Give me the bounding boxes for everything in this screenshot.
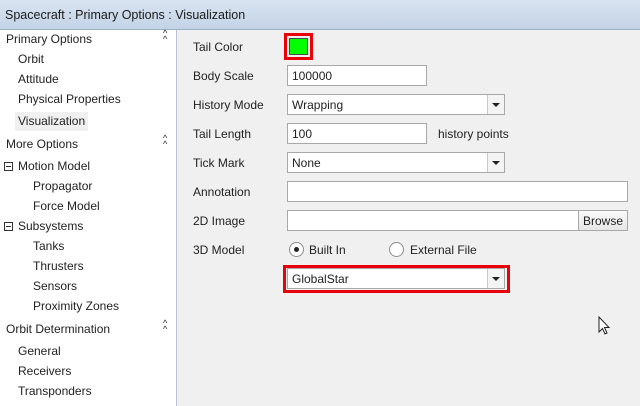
section-primary-options[interactable]: Primary Options ^ ^	[0, 29, 177, 50]
tick-mark-value: None	[292, 156, 321, 170]
sidebar-item-orbit[interactable]: Orbit	[18, 52, 44, 70]
tick-mark-select[interactable]: None	[287, 152, 505, 173]
collapse-up-icon[interactable]: ^ ^	[163, 29, 167, 44]
tail-color-swatch[interactable]	[289, 38, 308, 55]
sidebar-item-tanks[interactable]: Tanks	[33, 239, 64, 257]
model-3d-label: 3D Model	[193, 243, 245, 257]
sidebar-item-force-model[interactable]: Force Model	[33, 199, 100, 217]
sidebar-item-motion-model[interactable]: Motion Model	[18, 159, 90, 177]
sidebar-item-propagator[interactable]: Propagator	[33, 179, 92, 197]
tree-collapse-icon[interactable]	[4, 162, 13, 171]
section-label: Orbit Determination	[6, 322, 111, 336]
model-select[interactable]: GlobalStar	[287, 268, 505, 289]
history-mode-label: History Mode	[193, 98, 264, 112]
sidebar-item-subsystems[interactable]: Subsystems	[18, 219, 83, 237]
sidebar: Primary Options ^ ^ Orbit Attitude Physic…	[0, 29, 177, 406]
section-label: More Options	[6, 137, 79, 151]
tick-mark-label: Tick Mark	[193, 156, 245, 170]
tail-length-input[interactable]: 100	[287, 123, 427, 144]
image-2d-input[interactable]	[287, 210, 579, 231]
section-orbit-determination[interactable]: Orbit Determination ^ ^	[0, 319, 177, 340]
visualization-panel: Tail Color Body Scale 100000 History Mod…	[178, 30, 640, 406]
collapse-up-icon[interactable]: ^ ^	[163, 319, 167, 334]
built-in-label[interactable]: Built In	[309, 243, 346, 257]
sidebar-item-transponders[interactable]: Transponders	[18, 384, 92, 402]
sidebar-item-thrusters[interactable]: Thrusters	[33, 259, 84, 277]
tail-length-unit: history points	[438, 127, 509, 141]
sidebar-item-attitude[interactable]: Attitude	[18, 72, 59, 90]
section-more-options[interactable]: More Options ^ ^	[0, 134, 177, 155]
image-2d-label: 2D Image	[193, 214, 246, 228]
external-file-radio[interactable]	[389, 242, 404, 257]
sidebar-item-proximity-zones[interactable]: Proximity Zones	[33, 299, 119, 317]
collapse-up-icon[interactable]: ^ ^	[163, 134, 167, 149]
annotation-input[interactable]	[287, 181, 628, 202]
tail-length-label: Tail Length	[193, 127, 252, 141]
built-in-radio[interactable]	[289, 242, 304, 257]
sidebar-item-general[interactable]: General	[18, 344, 61, 362]
model-value: GlobalStar	[292, 272, 349, 286]
history-mode-select[interactable]: Wrapping	[287, 94, 505, 115]
tree-collapse-icon[interactable]	[4, 222, 13, 231]
annotation-label: Annotation	[193, 185, 251, 199]
chevron-down-icon[interactable]	[487, 153, 504, 172]
window-title: Spacecraft : Primary Options : Visualiza…	[0, 0, 640, 30]
history-mode-value: Wrapping	[292, 98, 344, 112]
mouse-cursor-icon	[598, 316, 611, 335]
browse-button[interactable]: Browse	[578, 210, 628, 231]
external-file-label[interactable]: External File	[410, 243, 477, 257]
sidebar-item-receivers[interactable]: Receivers	[18, 364, 71, 382]
body-scale-input[interactable]: 100000	[287, 65, 427, 86]
sidebar-item-visualization[interactable]: Visualization	[15, 112, 89, 131]
sidebar-item-sensors[interactable]: Sensors	[33, 279, 77, 297]
tail-color-label: Tail Color	[193, 40, 244, 54]
chevron-down-icon[interactable]	[487, 269, 504, 288]
body-scale-label: Body Scale	[193, 69, 254, 83]
chevron-down-icon[interactable]	[487, 95, 504, 114]
sidebar-item-physical-properties[interactable]: Physical Properties	[18, 92, 121, 110]
section-label: Primary Options	[6, 32, 93, 46]
